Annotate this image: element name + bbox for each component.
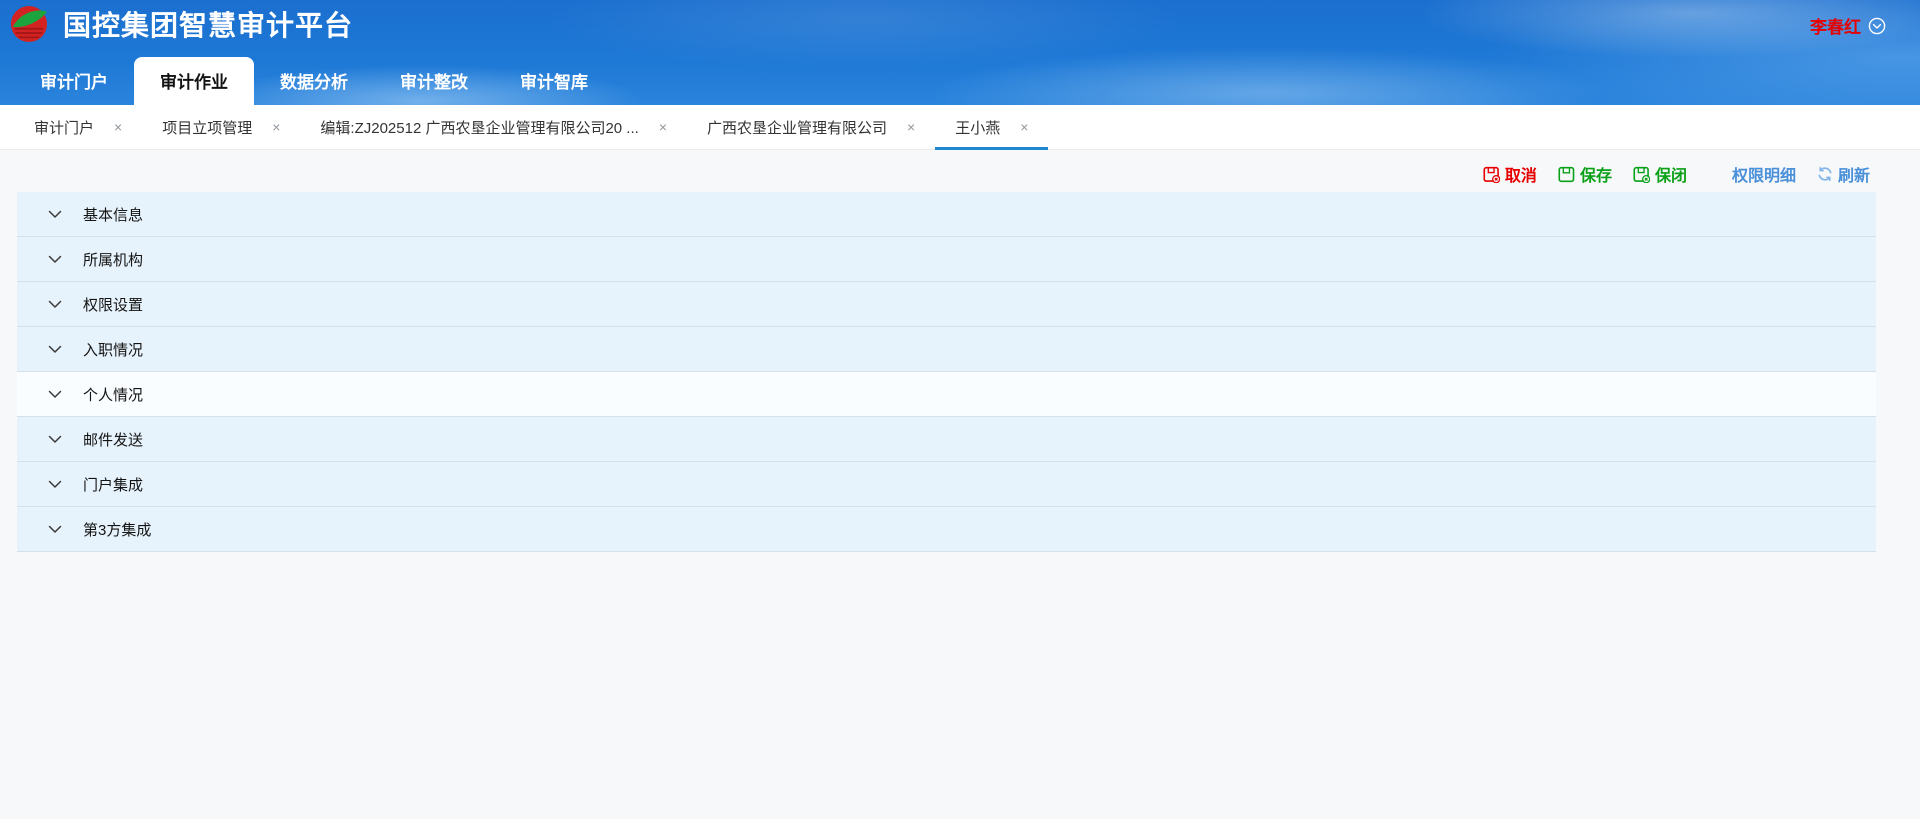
nav-item[interactable]: 审计智库	[494, 57, 614, 105]
chevron-down-icon	[48, 255, 62, 264]
doc-tab-label: 王小燕	[955, 117, 1000, 138]
close-icon[interactable]: ×	[1020, 120, 1028, 134]
doc-tab-label: 审计门户	[34, 117, 94, 138]
close-icon[interactable]: ×	[659, 120, 667, 134]
nav-item[interactable]: 审计作业	[134, 57, 254, 105]
chevron-down-icon	[48, 210, 62, 219]
cancel-label: 取消	[1505, 162, 1537, 186]
chevron-down-icon	[48, 345, 62, 354]
doc-tab[interactable]: 王小燕 ×	[935, 105, 1048, 149]
chevron-down-icon	[48, 435, 62, 444]
save-close-button[interactable]: 保闭	[1633, 162, 1687, 186]
primary-nav: 审计门户 审计作业 数据分析 审计整改 审计智库	[0, 57, 614, 105]
document-tabbar: 审计门户 × 项目立项管理 × 编辑:ZJ202512 广西农垦企业管理有限公司…	[0, 105, 1920, 150]
save-label: 保存	[1580, 162, 1612, 186]
accordion-section[interactable]: 个人情况	[17, 372, 1876, 417]
user-menu[interactable]: 李春红	[1810, 13, 1886, 38]
cancel-button[interactable]: 取消	[1483, 162, 1537, 186]
chevron-down-circle-icon[interactable]	[1868, 17, 1886, 35]
section-title: 邮件发送	[83, 429, 143, 450]
brand: 国控集团智慧审计平台	[10, 4, 353, 44]
nav-item-label: 审计门户	[40, 73, 108, 92]
refresh-icon	[1817, 166, 1833, 182]
nav-item-label: 审计智库	[520, 73, 588, 92]
page-bottom-margin	[0, 819, 1920, 839]
toolbar: 取消 保存 保闭 权限明细	[0, 150, 1920, 190]
nav-item-label: 数据分析	[280, 73, 348, 92]
doc-tab-label: 广西农垦企业管理有限公司	[707, 117, 887, 138]
app-title: 国控集团智慧审计平台	[63, 4, 353, 44]
section-title: 个人情况	[83, 384, 143, 405]
doc-tab[interactable]: 编辑:ZJ202512 广西农垦企业管理有限公司20 ... ×	[300, 105, 687, 149]
save-close-icon	[1633, 166, 1650, 183]
accordion-section[interactable]: 入职情况	[17, 327, 1876, 372]
close-icon[interactable]: ×	[114, 120, 122, 134]
accordion-section[interactable]: 门户集成	[17, 462, 1876, 507]
cancel-save-icon	[1483, 166, 1500, 183]
nav-item[interactable]: 审计整改	[374, 57, 494, 105]
section-title: 基本信息	[83, 204, 143, 225]
doc-tab[interactable]: 审计门户 ×	[14, 105, 142, 149]
accordion-section[interactable]: 第3方集成	[17, 507, 1876, 552]
accordion-panel: 基本信息 所属机构 权限设置 入职情况	[17, 192, 1876, 552]
save-button[interactable]: 保存	[1558, 162, 1612, 186]
accordion-section[interactable]: 所属机构	[17, 237, 1876, 282]
refresh-label: 刷新	[1838, 162, 1870, 186]
nav-item[interactable]: 审计门户	[14, 57, 134, 105]
section-title: 第3方集成	[83, 519, 151, 540]
app-header: 国控集团智慧审计平台 李春红 审计门户 审计作业 数据分析 审计整改 审计智库	[0, 0, 1920, 105]
doc-tab-label: 项目立项管理	[162, 117, 252, 138]
user-name[interactable]: 李春红	[1810, 13, 1861, 38]
nav-item[interactable]: 数据分析	[254, 57, 374, 105]
accordion-section[interactable]: 权限设置	[17, 282, 1876, 327]
nav-item-label: 审计整改	[400, 73, 468, 92]
doc-tab-label: 编辑:ZJ202512 广西农垦企业管理有限公司20 ...	[320, 117, 638, 138]
chevron-down-icon	[48, 300, 62, 309]
main-content: 取消 保存 保闭 权限明细	[0, 150, 1920, 819]
accordion-section[interactable]: 基本信息	[17, 192, 1876, 237]
chevron-down-icon	[48, 480, 62, 489]
section-title: 门户集成	[83, 474, 143, 495]
close-icon[interactable]: ×	[272, 120, 280, 134]
doc-tab[interactable]: 项目立项管理 ×	[142, 105, 300, 149]
save-close-label: 保闭	[1655, 162, 1687, 186]
doc-tab[interactable]: 广西农垦企业管理有限公司 ×	[687, 105, 935, 149]
section-title: 权限设置	[83, 294, 143, 315]
section-title: 入职情况	[83, 339, 143, 360]
close-icon[interactable]: ×	[907, 120, 915, 134]
section-title: 所属机构	[83, 249, 143, 270]
nav-item-label: 审计作业	[160, 73, 228, 92]
save-icon	[1558, 166, 1575, 183]
permission-detail-button[interactable]: 权限明细	[1732, 162, 1796, 186]
chevron-down-icon	[48, 390, 62, 399]
accordion-section[interactable]: 邮件发送	[17, 417, 1876, 462]
permission-detail-label: 权限明细	[1732, 162, 1796, 186]
chevron-down-icon	[48, 525, 62, 534]
app-logo-icon	[10, 5, 48, 43]
refresh-button[interactable]: 刷新	[1817, 162, 1870, 186]
